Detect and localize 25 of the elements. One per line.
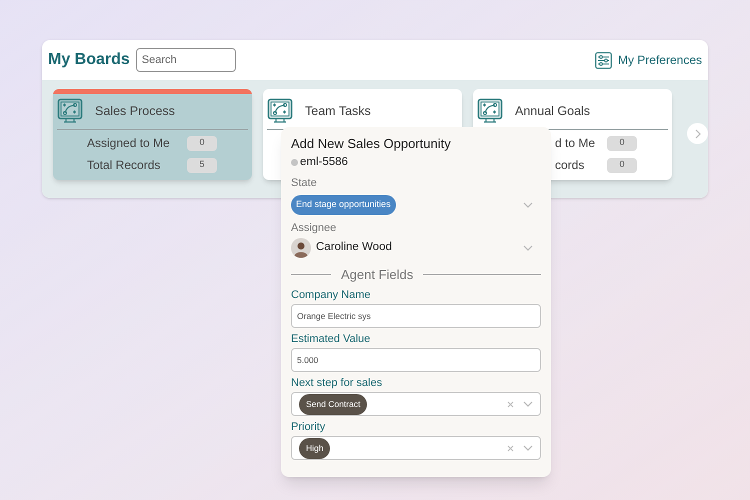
stat-label: cords bbox=[555, 157, 584, 174]
assignee-name: Caroline Wood bbox=[316, 240, 392, 256]
stat-count: 5 bbox=[187, 158, 217, 172]
stat-label: d to Me bbox=[555, 135, 596, 152]
field-label: Next step for sales bbox=[291, 376, 384, 390]
field-label: Estimated Value bbox=[291, 332, 372, 346]
field-label: Company Name bbox=[291, 288, 372, 302]
stat-count: 0 bbox=[187, 136, 217, 150]
stat-count: 0 bbox=[607, 136, 637, 150]
dialog-title: Add New Sales Opportunity bbox=[291, 136, 452, 152]
stat-label: Assigned to Me bbox=[87, 135, 170, 152]
section-heading: Agent Fields bbox=[341, 266, 414, 284]
board-title: Team Tasks bbox=[305, 102, 371, 120]
record-id: eml-5586 bbox=[300, 155, 348, 170]
field-label: Assignee bbox=[291, 220, 338, 235]
field-label: Priority bbox=[291, 420, 326, 434]
stat-count: 0 bbox=[607, 158, 637, 172]
board-title: Sales Process bbox=[95, 102, 175, 120]
page-title: My Boards bbox=[48, 50, 130, 70]
field-label: State bbox=[291, 176, 318, 190]
option-chip: High bbox=[299, 438, 330, 459]
board-title: Annual Goals bbox=[515, 102, 590, 120]
option-chip: Send Contract bbox=[299, 394, 368, 415]
stat-label: Total Records bbox=[87, 157, 160, 174]
state-tag: End stage opportunities bbox=[291, 195, 396, 215]
